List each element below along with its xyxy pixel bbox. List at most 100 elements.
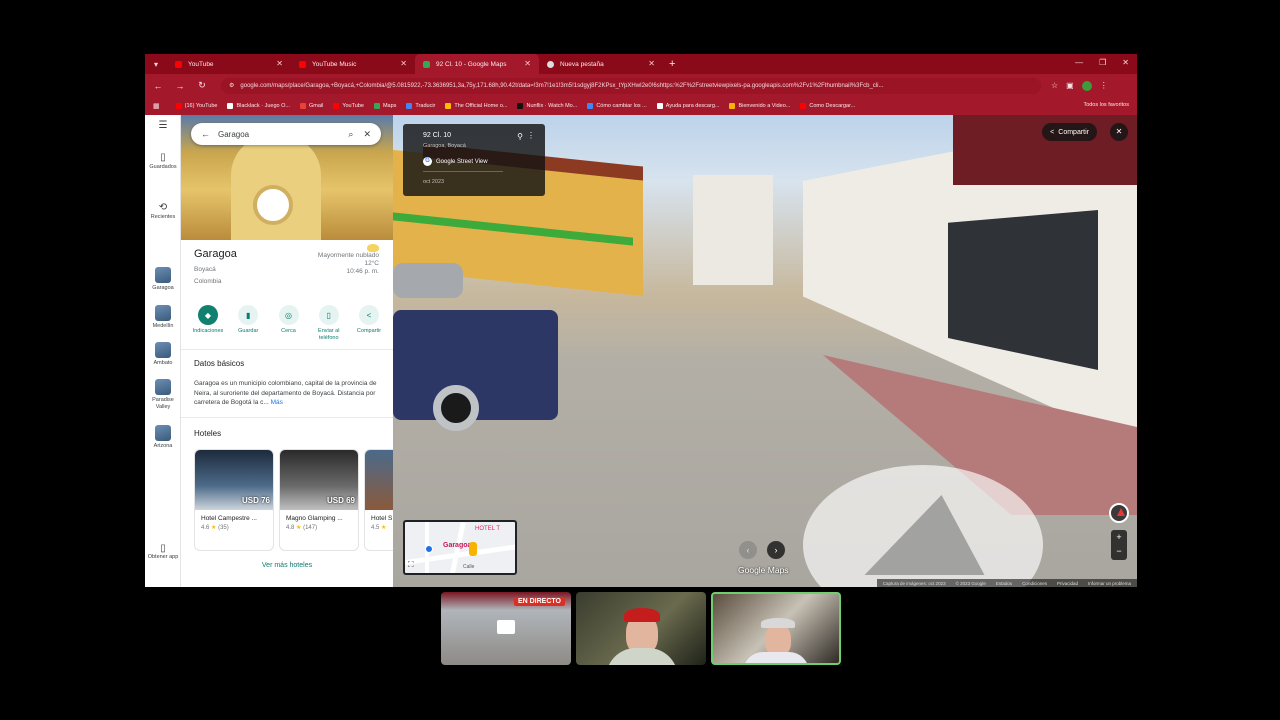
more-hotels-link[interactable]: Ver más hoteles (181, 562, 393, 569)
tab-google-maps[interactable]: 92 Cl. 10 - Google Maps ✕ (415, 54, 539, 74)
sv-address: 92 Cl. 10 (423, 132, 452, 139)
more-options-icon[interactable]: ⋮ (527, 131, 535, 140)
place-thumbnail (155, 267, 171, 283)
apps-grid-icon[interactable]: ▦ (153, 102, 160, 110)
bookmark-item[interactable]: Gmail (299, 103, 323, 109)
rail-menu-icon[interactable]: ☰ (145, 121, 181, 132)
forward-icon[interactable]: → (171, 81, 189, 91)
hotel-card[interactable]: USD 76 Hotel Campestre ... 4.6 ★ (35) (194, 449, 274, 551)
close-tab-icon[interactable]: ✕ (648, 60, 655, 68)
close-tab-icon[interactable]: ✕ (276, 60, 283, 68)
send-to-phone-button[interactable]: ▯ Enviar al teléfono (312, 305, 346, 342)
rail-place-ambato[interactable]: Ambato (145, 342, 181, 367)
search-icon[interactable]: ⌕ (348, 129, 353, 140)
weather-condition: Mayormente nublado (317, 252, 379, 259)
sv-subtitle: Garagoa, Boyacá (423, 143, 466, 149)
history-icon: ⟲ (158, 202, 168, 213)
previous-arrow-icon[interactable]: ‹ (739, 541, 757, 559)
capture-date[interactable]: oct 2023 (423, 179, 444, 185)
weather-time: 10:46 p. m. (346, 268, 379, 275)
mini-map[interactable]: HOTEL T Garagoa Calle ⛶ (403, 520, 517, 575)
all-bookmarks[interactable]: Todos los favoritos (1083, 102, 1129, 108)
rail-place-garagoa[interactable]: Garagoa (145, 267, 181, 292)
search-box[interactable]: ← Garagoa ⌕ ✕ (191, 123, 381, 145)
maximize-icon[interactable]: ❐ (1099, 58, 1106, 67)
rail-place-medellin[interactable]: Medellín (145, 305, 181, 330)
action-label: Indicaciones (192, 328, 224, 334)
tab-search-icon[interactable]: ▾ (145, 54, 167, 74)
close-window-icon[interactable]: ✕ (1122, 58, 1129, 67)
rail-recent[interactable]: ⟲ Recientes (145, 202, 181, 220)
reload-icon[interactable]: ↻ (193, 80, 211, 91)
rail-place-label: Arizona (153, 443, 173, 449)
tab-new[interactable]: Nueva pestaña ✕ (539, 54, 663, 74)
minimize-icon[interactable]: — (1075, 58, 1083, 67)
more-link[interactable]: Más (271, 399, 283, 406)
participant-video-tile[interactable] (576, 592, 706, 665)
close-street-view-icon[interactable]: ✕ (1110, 123, 1128, 141)
bookmark-item[interactable]: The Official Home o... (445, 103, 507, 109)
phone-icon: ▯ (318, 305, 339, 325)
next-arrow-icon[interactable]: › (767, 541, 785, 559)
compass-icon[interactable] (1109, 503, 1129, 523)
bookmark-item[interactable]: Blacklack · Juego O... (227, 103, 290, 109)
nearby-button[interactable]: ◎ Cerca (272, 305, 306, 342)
headphones (761, 618, 795, 628)
share-button[interactable]: < Compartir (352, 305, 386, 342)
bookmark-favicon-icon (299, 103, 306, 109)
bookmark-item[interactable]: Cómo cambiar los ... (587, 103, 647, 109)
footer-link[interactable]: Condiciones (1022, 581, 1047, 586)
footer-link[interactable]: Informar un problema (1088, 581, 1131, 586)
zoom-in-icon[interactable]: + (1111, 530, 1127, 544)
profile-avatar[interactable] (1081, 80, 1092, 91)
bookmark-item[interactable]: Como Descargar... (800, 103, 855, 109)
bookmark-star-icon[interactable]: ☆ (1051, 81, 1058, 90)
bookmark-item[interactable]: (16) YouTube (175, 103, 217, 109)
hotel-price: USD 76 (241, 496, 270, 505)
share-button[interactable]: < Compartir (1042, 123, 1097, 141)
rail-saved[interactable]: ▯ Guardados (145, 152, 181, 170)
expand-icon[interactable]: ⛶ (408, 560, 414, 570)
screen-share-tile[interactable]: EN DIRECTO (441, 592, 571, 665)
save-button[interactable]: ▮ Guardar (231, 305, 265, 342)
get-app[interactable]: ▯ Obtener app (145, 544, 181, 561)
street-view-canvas[interactable]: 92 Cl. 10 ⚲ ⋮ Garagoa, Boyacá G Google S… (393, 115, 1137, 587)
bookmark-item[interactable]: Maps (373, 103, 396, 109)
new-tab-icon[interactable]: + (669, 58, 675, 70)
search-input[interactable]: Garagoa (218, 130, 348, 139)
star-icon: ★ (211, 525, 217, 531)
rail-place-paradise-valley[interactable]: Paradise Valley (145, 379, 181, 410)
site-info-icon[interactable]: ⚙ (229, 82, 234, 89)
maps-favicon-icon (423, 60, 430, 68)
tab-title: YouTube (188, 60, 214, 68)
footer-link[interactable]: Privacidad (1057, 581, 1078, 586)
directions-button[interactable]: ◆ Indicaciones (191, 305, 225, 342)
hotels-title: Hoteles (194, 429, 222, 438)
close-icon[interactable]: ✕ (363, 129, 371, 140)
extensions-icon[interactable]: ▣ (1066, 81, 1074, 90)
bookmark-item[interactable]: Ayuda para descarg... (656, 103, 719, 109)
rail-place-label: Paradise Valley (152, 397, 174, 410)
menu-dots-icon[interactable]: ⋮ (1100, 81, 1108, 90)
close-tab-icon[interactable]: ✕ (524, 60, 531, 68)
bookmark-item[interactable]: Traducir (406, 103, 435, 109)
pegman-icon[interactable] (469, 542, 477, 556)
tab-youtube-music[interactable]: YouTube Music ✕ (291, 54, 415, 74)
hotel-card[interactable]: Hotel S... 4.5 ★ (364, 449, 393, 551)
participant-video-tile-active[interactable] (711, 592, 841, 665)
zoom-out-icon[interactable]: − (1111, 544, 1127, 558)
bookmark-item[interactable]: Bienvenido a Video... (729, 103, 790, 109)
rail-place-arizona[interactable]: Arizona (145, 425, 181, 450)
tab-youtube[interactable]: YouTube ✕ (167, 54, 291, 74)
footer-link[interactable]: Estados (996, 581, 1012, 586)
bookmark-icon: ▯ (160, 152, 166, 163)
hotel-card[interactable]: USD 69 Magno Glamping ... 4.8 ★ (147) (279, 449, 359, 551)
red-cap (624, 608, 660, 622)
back-icon[interactable]: ← (149, 81, 167, 91)
address-bar[interactable]: ⚙ google.com/maps/place/Garagoa,+Boyacá,… (221, 77, 1041, 94)
back-arrow-icon[interactable]: ← (201, 129, 210, 139)
bookmark-item[interactable]: Nunflix · Watch Mo... (517, 103, 577, 109)
close-tab-icon[interactable]: ✕ (400, 60, 407, 68)
bookmark-item[interactable]: YouTube (333, 103, 364, 109)
location-pin-icon[interactable]: ⚲ (517, 132, 523, 141)
